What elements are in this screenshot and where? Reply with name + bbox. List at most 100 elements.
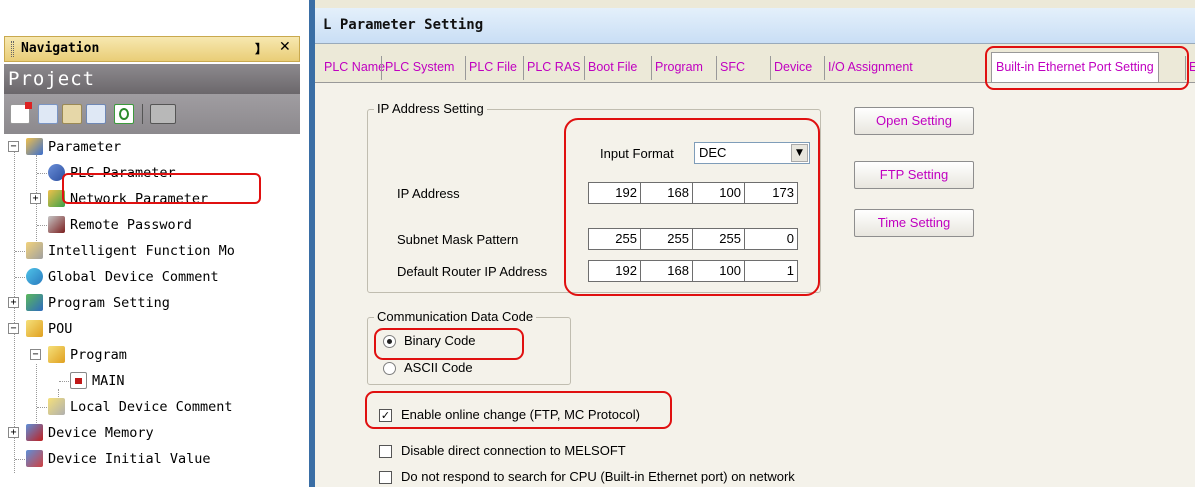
router-octet-3[interactable]: 100 bbox=[693, 261, 745, 281]
tree-guide-line bbox=[15, 277, 25, 278]
pin-icon[interactable]: 】 bbox=[255, 40, 267, 57]
ftp-setting-button[interactable]: FTP Setting bbox=[854, 161, 974, 189]
subnet-octet-4[interactable]: 0 bbox=[745, 229, 797, 249]
ip-octet-3[interactable]: 100 bbox=[693, 183, 745, 203]
collapse-icon[interactable]: − bbox=[8, 323, 19, 334]
gear-icon bbox=[48, 164, 65, 181]
input-format-value: DEC bbox=[699, 145, 727, 160]
parameter-icon bbox=[26, 138, 43, 155]
expand-icon[interactable]: + bbox=[30, 193, 41, 204]
binary-code-label: Binary Code bbox=[404, 333, 476, 348]
subnet-octet-2[interactable]: 255 bbox=[641, 229, 693, 249]
tab-built-in-ethernet-port-setting[interactable]: Built-in Ethernet Port Setting bbox=[991, 52, 1159, 82]
tree-item-label: Program Setting bbox=[48, 295, 170, 311]
expand-icon[interactable]: + bbox=[8, 297, 19, 308]
dialog-title: L Parameter Setting bbox=[323, 17, 484, 33]
folder-icon bbox=[26, 320, 43, 337]
input-format-label: Input Format bbox=[600, 146, 674, 161]
paste-icon[interactable] bbox=[62, 104, 82, 124]
tab-io-assignment[interactable]: I/O Assignment bbox=[824, 56, 913, 80]
navigation-header: Navigation 】 ✕ bbox=[4, 36, 300, 62]
time-setting-button[interactable]: Time Setting bbox=[854, 209, 974, 237]
default-router-field[interactable]: 192 168 100 1 bbox=[588, 260, 798, 282]
tree-item-label: Intelligent Function Mo bbox=[48, 243, 235, 259]
navigation-title: Navigation bbox=[21, 41, 100, 56]
no-respond-search-label: Do not respond to search for CPU (Built-… bbox=[401, 469, 795, 484]
filter-icon[interactable] bbox=[150, 104, 176, 124]
disable-direct-connection-checkbox[interactable] bbox=[379, 445, 392, 458]
ascii-code-label: ASCII Code bbox=[404, 360, 473, 375]
new-icon[interactable] bbox=[10, 102, 32, 124]
expand-icon[interactable]: + bbox=[8, 427, 19, 438]
tab-content: IP Address Setting Input Format DEC ▼ IP… bbox=[315, 82, 1195, 487]
initial-value-icon bbox=[26, 450, 43, 467]
tab-overflow[interactable]: E bbox=[1185, 56, 1195, 80]
folder-icon bbox=[48, 346, 65, 363]
dialog-titlebar[interactable]: L Parameter Setting bbox=[315, 8, 1195, 44]
tab-boot-file[interactable]: Boot File bbox=[584, 56, 637, 80]
project-header: Project bbox=[4, 64, 300, 94]
router-octet-1[interactable]: 192 bbox=[589, 261, 641, 281]
refresh-icon[interactable] bbox=[114, 104, 134, 124]
collapse-icon[interactable]: − bbox=[8, 141, 19, 152]
tree-item-label: Device Memory bbox=[48, 425, 154, 441]
ip-address-label: IP Address bbox=[397, 186, 460, 201]
toolbar-separator bbox=[142, 104, 143, 124]
tree-item-label: Remote Password bbox=[70, 217, 192, 233]
parameter-dialog: L Parameter Setting PLC Name PLC System … bbox=[309, 0, 1195, 487]
memory-icon bbox=[26, 424, 43, 441]
tab-device[interactable]: Device bbox=[770, 56, 812, 80]
tab-sfc[interactable]: SFC bbox=[716, 56, 745, 80]
properties-icon[interactable] bbox=[86, 104, 106, 124]
ip-octet-4[interactable]: 173 bbox=[745, 183, 797, 203]
collapse-icon[interactable]: − bbox=[30, 349, 41, 360]
tree-item-label: Local Device Comment bbox=[70, 399, 233, 415]
tree-guide-line bbox=[59, 381, 69, 382]
subnet-octet-1[interactable]: 255 bbox=[589, 229, 641, 249]
disable-direct-connection-label: Disable direct connection to MELSOFT bbox=[401, 443, 626, 458]
ip-octet-1[interactable]: 192 bbox=[589, 183, 641, 203]
ip-octet-2[interactable]: 168 bbox=[641, 183, 693, 203]
binary-code-radio[interactable] bbox=[383, 335, 396, 348]
tree-guide-line bbox=[15, 459, 25, 460]
close-icon[interactable]: ✕ bbox=[279, 39, 291, 55]
subnet-octet-3[interactable]: 255 bbox=[693, 229, 745, 249]
chevron-down-icon[interactable]: ▼ bbox=[791, 144, 808, 162]
router-octet-2[interactable]: 168 bbox=[641, 261, 693, 281]
group-title: IP Address Setting bbox=[374, 101, 487, 116]
tree-guide-line bbox=[37, 407, 47, 408]
subnet-mask-label: Subnet Mask Pattern bbox=[397, 232, 519, 247]
ladder-icon bbox=[70, 372, 87, 389]
grip-handle[interactable] bbox=[11, 41, 14, 57]
tree-guide-line bbox=[37, 173, 47, 174]
tab-plc-ras[interactable]: PLC RAS bbox=[523, 56, 581, 80]
tree-guide-line bbox=[37, 225, 47, 226]
project-tree: − Parameter PLC Parameter + Network Para… bbox=[4, 134, 300, 487]
tree-guide-line bbox=[14, 147, 15, 473]
copy-icon[interactable] bbox=[38, 104, 58, 124]
tab-plc-name[interactable]: PLC Name bbox=[321, 56, 385, 80]
no-respond-search-checkbox[interactable] bbox=[379, 471, 392, 484]
password-icon bbox=[48, 216, 65, 233]
enable-online-change-checkbox[interactable]: ✓ bbox=[379, 409, 392, 422]
open-setting-button[interactable]: Open Setting bbox=[854, 107, 974, 135]
ascii-code-radio[interactable] bbox=[383, 362, 396, 375]
program-setting-icon bbox=[26, 294, 43, 311]
project-title: Project bbox=[8, 68, 96, 90]
router-octet-4[interactable]: 1 bbox=[745, 261, 797, 281]
tab-plc-file[interactable]: PLC File bbox=[465, 56, 517, 80]
tab-plc-system[interactable]: PLC System bbox=[381, 56, 454, 80]
ip-address-field[interactable]: 192 168 100 173 bbox=[588, 182, 798, 204]
tree-item-label: Parameter bbox=[48, 139, 122, 155]
tree-item-label: Program bbox=[70, 347, 127, 363]
tree-item-label: MAIN bbox=[92, 373, 125, 389]
tab-program[interactable]: Program bbox=[651, 56, 703, 80]
communication-data-code-group: Communication Data Code Binary Code ASCI… bbox=[367, 309, 571, 385]
module-icon bbox=[26, 242, 43, 259]
input-format-select[interactable]: DEC ▼ bbox=[694, 142, 810, 164]
tree-item-label: Global Device Comment bbox=[48, 269, 219, 285]
subnet-mask-field[interactable]: 255 255 255 0 bbox=[588, 228, 798, 250]
enable-online-change-label: Enable online change (FTP, MC Protocol) bbox=[401, 407, 640, 422]
tree-item-label: Network Parameter bbox=[70, 191, 209, 207]
tree-guide-line bbox=[36, 155, 37, 255]
